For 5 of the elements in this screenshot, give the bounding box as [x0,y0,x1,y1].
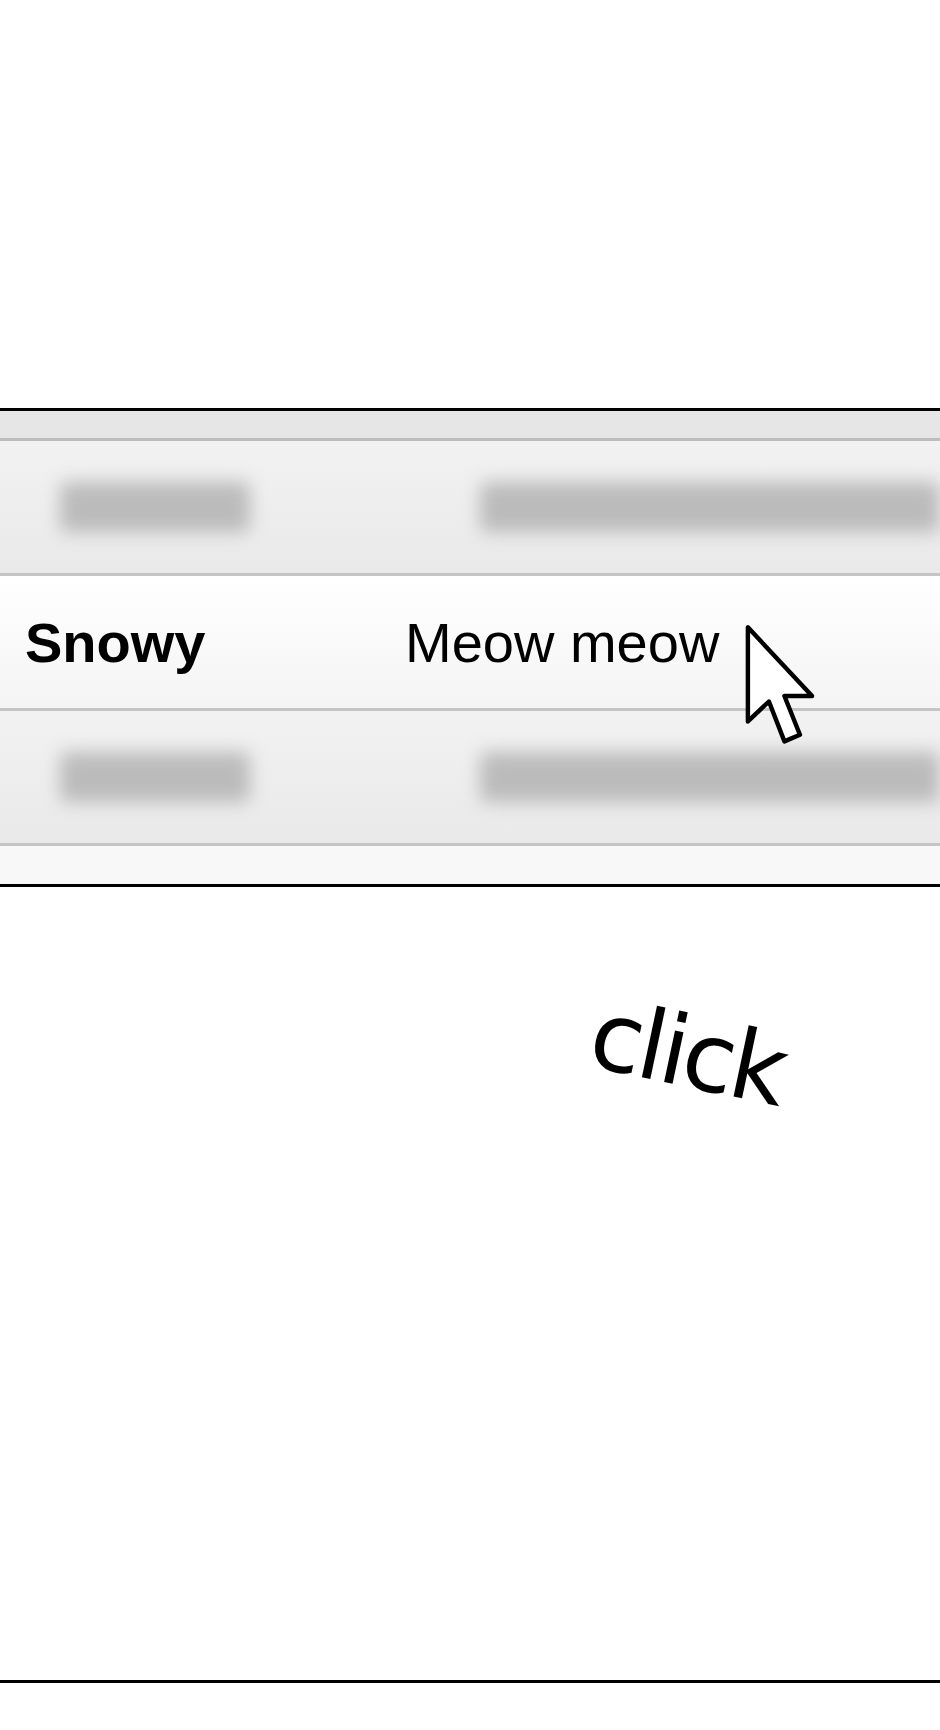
sound-effect-text: click [580,978,794,1128]
list-row[interactable] [0,441,940,576]
list-row[interactable] [0,711,940,846]
sender-name: Snowy [25,609,207,675]
message-text: Meow meow [405,609,720,675]
